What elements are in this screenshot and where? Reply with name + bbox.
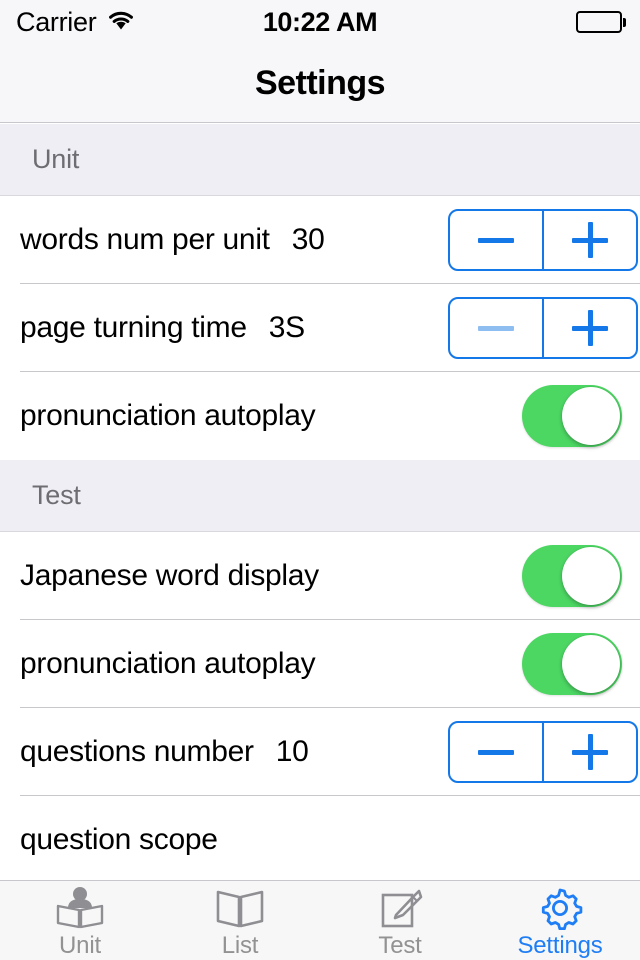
stepper-increment-button[interactable]	[542, 299, 636, 357]
row-label: words num per unit	[20, 223, 270, 256]
settings-list[interactable]: Unit words num per unit 30 page turning …	[0, 124, 640, 880]
row-label: questions number	[20, 735, 254, 768]
toggle-knob	[562, 387, 620, 445]
toggle-unit-pronunciation-autoplay[interactable]	[522, 385, 622, 447]
navigation-bar: Settings	[0, 44, 640, 123]
row-value: 3S	[268, 311, 305, 344]
row-japanese-word-display[interactable]: Japanese word display	[0, 532, 640, 620]
tab-label: List	[221, 931, 259, 959]
gear-icon	[535, 886, 585, 930]
row-control	[448, 297, 638, 359]
toggle-knob	[562, 635, 620, 693]
stepper-increment-button[interactable]	[542, 723, 636, 781]
open-book-icon	[214, 886, 266, 930]
battery-cap-icon	[623, 17, 626, 27]
row-control	[522, 545, 622, 607]
minus-icon	[478, 749, 514, 755]
row-page-turning-time[interactable]: page turning time 3S	[0, 284, 640, 372]
row-question-scope[interactable]: question scope	[0, 796, 640, 880]
row-control	[448, 721, 638, 783]
tab-label: Unit	[59, 931, 101, 959]
tab-label: Test	[378, 931, 422, 959]
row-label: question scope	[20, 823, 218, 856]
row-control	[448, 209, 638, 271]
row-label: pronunciation autoplay	[20, 647, 316, 680]
row-label: page turning time	[20, 311, 247, 344]
section-title: Unit	[32, 144, 80, 174]
note-pencil-icon	[374, 886, 426, 930]
row-value: 30	[291, 223, 325, 256]
section-title: Test	[32, 480, 81, 510]
page-title: Settings	[254, 63, 386, 102]
tab-label: Settings	[517, 931, 603, 959]
stepper-words-num-per-unit[interactable]	[448, 209, 638, 271]
plus-icon-vertical	[587, 222, 593, 258]
tab-settings[interactable]: Settings	[480, 881, 640, 960]
row-control	[522, 385, 622, 447]
status-bar: Carrier 10:22 AM	[0, 0, 640, 44]
section-header-unit: Unit	[0, 124, 640, 196]
tab-test[interactable]: Test	[320, 881, 480, 960]
stepper-page-turning-time[interactable]	[448, 297, 638, 359]
row-words-num-per-unit[interactable]: words num per unit 30	[0, 196, 640, 284]
stepper-decrement-button	[450, 299, 542, 357]
clock-label: 10:22 AM	[262, 6, 378, 37]
stepper-decrement-button[interactable]	[450, 211, 542, 269]
row-questions-number[interactable]: questions number 10	[0, 708, 640, 796]
battery-full-icon	[575, 11, 622, 33]
minus-icon	[478, 325, 514, 331]
row-control	[522, 633, 622, 695]
row-label: pronunciation autoplay	[20, 399, 316, 432]
toggle-test-pronunciation-autoplay[interactable]	[522, 633, 622, 695]
stepper-questions-number[interactable]	[448, 721, 638, 783]
settings-screen: Carrier 10:22 AM Settings Unit words num…	[0, 0, 640, 960]
plus-icon-vertical	[587, 310, 593, 346]
toggle-knob	[562, 547, 620, 605]
section-header-test: Test	[0, 460, 640, 532]
stepper-increment-button[interactable]	[542, 211, 636, 269]
stepper-decrement-button[interactable]	[450, 723, 542, 781]
toggle-japanese-word-display[interactable]	[522, 545, 622, 607]
row-label: Japanese word display	[20, 559, 319, 592]
tab-bar: Unit List Test Settings	[0, 880, 640, 960]
status-bar-right	[575, 11, 626, 33]
row-unit-pronunciation-autoplay[interactable]: pronunciation autoplay	[0, 372, 640, 460]
tab-unit[interactable]: Unit	[0, 881, 160, 960]
row-value: 10	[275, 735, 309, 768]
minus-icon	[478, 237, 514, 243]
plus-icon-vertical	[587, 734, 593, 770]
tab-list[interactable]: List	[160, 881, 320, 960]
row-test-pronunciation-autoplay[interactable]: pronunciation autoplay	[0, 620, 640, 708]
person-reading-book-icon	[54, 886, 106, 930]
